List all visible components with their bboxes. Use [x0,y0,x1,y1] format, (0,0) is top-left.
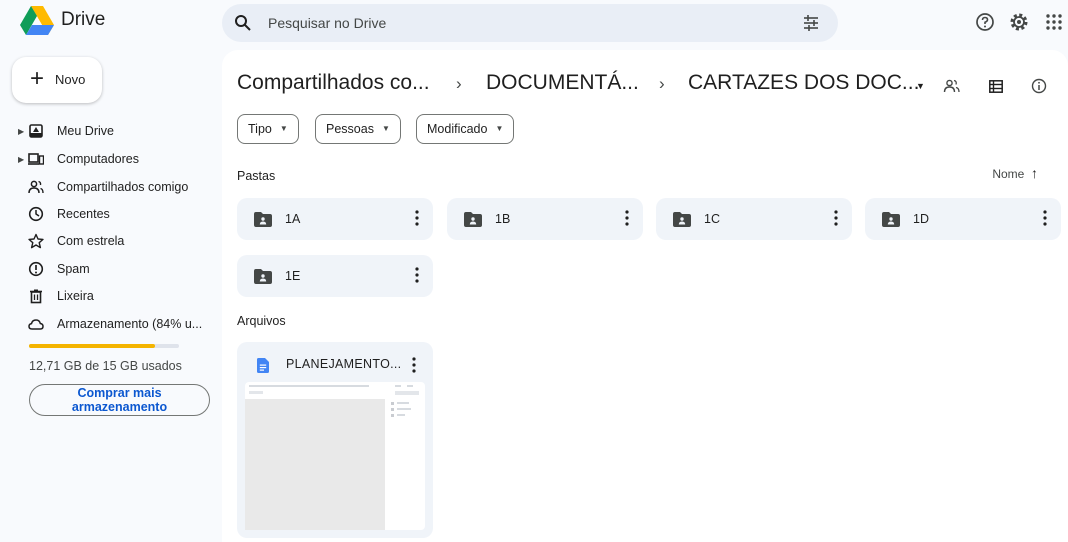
sidebar-item-starred[interactable]: Com estrela [0,228,210,254]
folder-card[interactable]: 1D [865,198,1061,240]
settings-icon[interactable] [1009,12,1029,32]
sort-control[interactable]: Nome ↑ [992,165,1038,181]
computers-icon [28,153,44,165]
sort-label: Nome [992,167,1025,181]
sidebar-item-label: Com estrela [57,234,125,248]
expand-caret-icon[interactable]: ▶ [18,155,24,164]
main-content: Compartilhados co... › DOCUMENTÁ... › CA… [222,50,1068,542]
breadcrumb-current[interactable]: CARTAZES DOS DOC... [688,71,919,95]
sidebar-item-label: Spam [57,262,90,276]
cloud-icon [28,319,44,330]
dropdown-arrow-icon: ▼ [381,124,390,133]
new-button[interactable]: + Novo [12,57,102,103]
dropdown-arrow-icon: ▼ [279,124,288,133]
sidebar-item-my-drive[interactable]: ▶ Meu Drive [0,118,210,144]
sidebar-item-label: Meu Drive [57,124,114,138]
more-options-icon[interactable] [834,209,838,227]
search-bar[interactable]: Pesquisar no Drive [222,4,838,42]
sidebar-item-recent[interactable]: Recentes [0,201,210,227]
expand-caret-icon[interactable]: ▶ [18,127,24,136]
folder-name: 1B [495,212,511,226]
top-bar: Drive Pesquisar no Drive [0,0,1068,46]
sort-arrow-up-icon[interactable]: ↑ [1031,165,1038,181]
shared-folder-icon [673,212,691,227]
file-thumbnail[interactable] [245,382,425,530]
breadcrumb-dropdown-icon[interactable]: ▼ [916,81,925,91]
shared-folder-icon [254,212,272,227]
storage-usage-text: 12,71 GB de 15 GB usados [29,359,182,373]
sidebar-item-storage[interactable]: Armazenamento (84% u... [0,311,210,337]
info-icon[interactable] [1031,78,1047,94]
filter-people-chip[interactable]: Pessoas ▼ [315,114,401,144]
files-section-title: Arquivos [237,314,286,328]
filter-tune-icon[interactable] [802,14,820,32]
more-options-icon[interactable] [1043,209,1047,227]
sidebar-item-label: Compartilhados comigo [57,180,189,194]
breadcrumb-separator-icon: › [659,74,665,93]
search-input[interactable]: Pesquisar no Drive [268,15,386,31]
list-view-icon[interactable] [989,80,1003,93]
share-people-icon[interactable] [943,78,961,94]
folder-card[interactable]: 1E [237,255,433,297]
filter-label: Modificado [427,122,488,136]
storage-progress-fill [29,344,155,348]
filter-label: Pessoas [326,122,374,136]
sidebar-item-label: Computadores [57,152,139,166]
search-icon[interactable] [234,14,252,32]
clock-icon [28,206,44,222]
breadcrumb-item[interactable]: Compartilhados co... [237,71,430,95]
sidebar-item-computers[interactable]: ▶ Computadores [0,146,210,172]
sidebar-item-label: Armazenamento (84% u... [57,317,203,331]
more-options-icon[interactable] [412,356,416,374]
document-preview-image [245,385,419,530]
folder-name: 1C [704,212,720,226]
my-drive-icon [29,124,43,138]
more-options-icon[interactable] [415,209,419,227]
help-icon[interactable] [975,12,995,32]
folder-name: 1A [285,212,301,226]
folder-name: 1D [913,212,929,226]
spam-icon [28,261,44,277]
sidebar-item-label: Lixeira [57,289,94,303]
filter-type-chip[interactable]: Tipo ▼ [237,114,299,144]
folder-card[interactable]: 1A [237,198,433,240]
filter-label: Tipo [248,122,272,136]
folder-card[interactable]: 1B [447,198,643,240]
app-name[interactable]: Drive [61,9,105,31]
google-docs-icon [257,358,269,373]
sidebar-item-label: Recentes [57,207,110,221]
sidebar-item-spam[interactable]: Spam [0,256,210,282]
apps-grid-icon[interactable] [1044,12,1064,32]
shared-folder-icon [882,212,900,227]
shared-folder-icon [464,212,482,227]
file-name: PLANEJAMENTO... [286,357,402,371]
plus-icon: + [30,65,45,92]
breadcrumb-separator-icon: › [456,74,462,93]
trash-icon [30,289,42,304]
shared-icon [28,180,44,194]
filter-modified-chip[interactable]: Modificado ▼ [416,114,515,144]
folder-name: 1E [285,269,301,283]
more-options-icon[interactable] [415,266,419,284]
star-icon [28,233,44,249]
breadcrumb-item[interactable]: DOCUMENTÁ... [486,71,639,95]
shared-folder-icon [254,269,272,284]
more-options-icon[interactable] [625,209,629,227]
sidebar-item-shared[interactable]: Compartilhados comigo [0,174,210,200]
buy-storage-button[interactable]: Comprar mais armazenamento [29,384,210,416]
dropdown-arrow-icon: ▼ [495,124,504,133]
sidebar-item-trash[interactable]: Lixeira [0,283,210,309]
folder-card[interactable]: 1C [656,198,852,240]
file-card[interactable]: PLANEJAMENTO... [237,342,433,538]
storage-progress-bar [29,344,179,348]
drive-logo-icon[interactable] [20,6,54,36]
new-button-label: Novo [55,72,86,87]
folders-section-title: Pastas [237,169,276,183]
